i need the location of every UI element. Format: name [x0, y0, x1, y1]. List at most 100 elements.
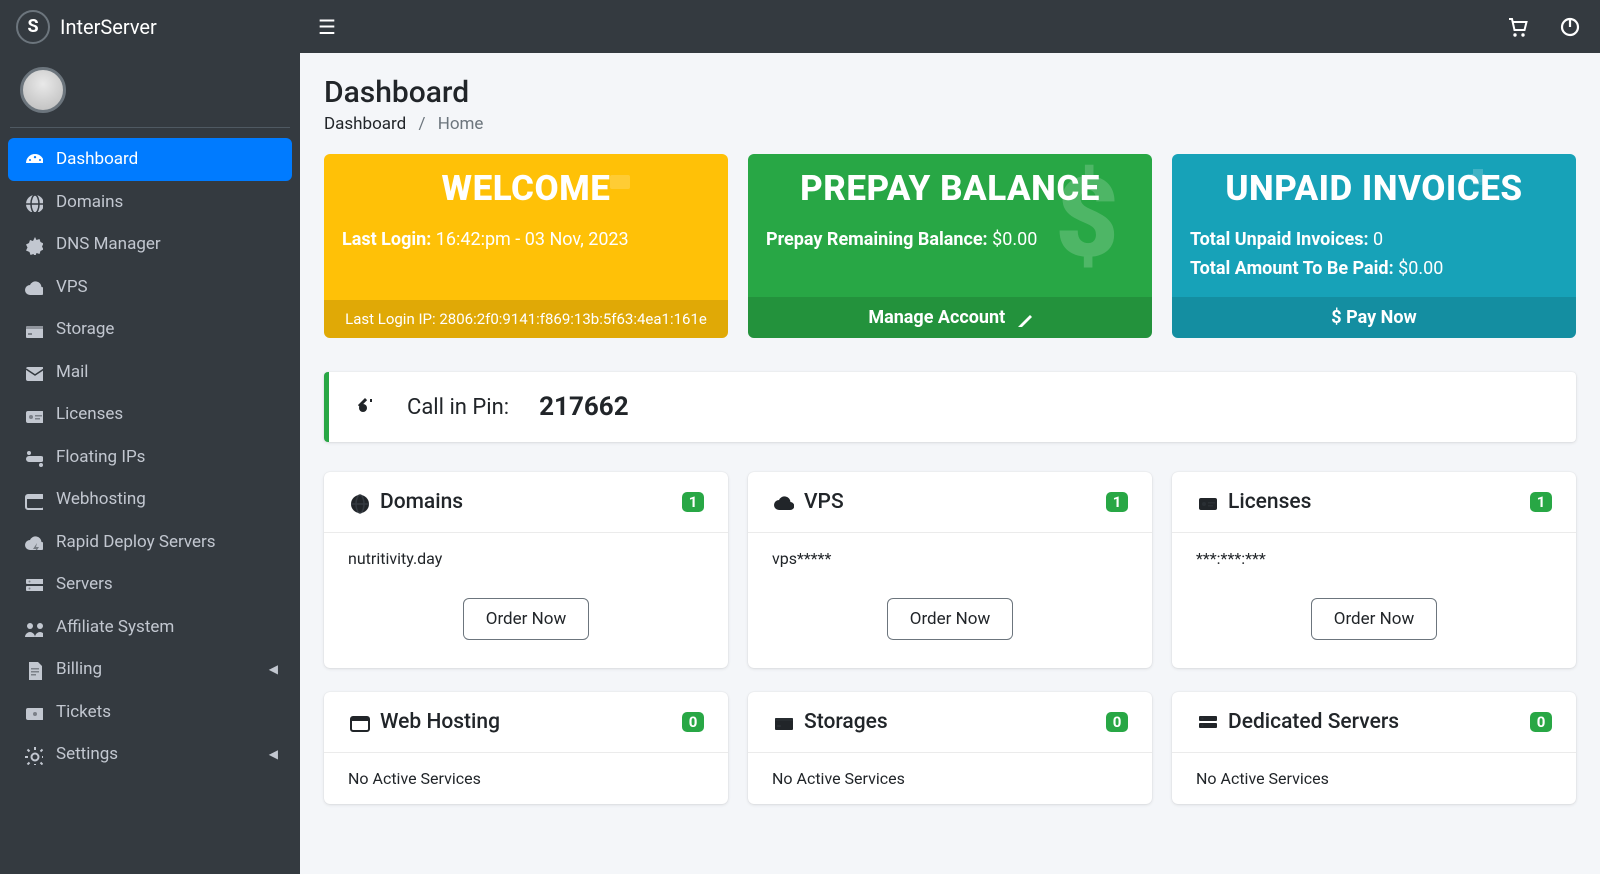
order-now-button[interactable]: Order Now [887, 598, 1013, 640]
sidebar-item-label: Licenses [56, 404, 123, 424]
breadcrumb-item[interactable]: Dashboard [324, 114, 406, 134]
key-icon [355, 392, 383, 422]
sidebar: S InterServer Dashboard Domains DNS Manage… [0, 0, 300, 874]
cart-icon[interactable] [1506, 14, 1530, 40]
content: Dashboard Dashboard / Home WELCOME Last … [300, 0, 1600, 816]
topbar: ☰ [300, 0, 1600, 53]
sidebar-item-label: Storage [56, 319, 114, 339]
globe-icon [22, 192, 44, 213]
sidebar-item-domains[interactable]: Domains [8, 181, 292, 224]
sidebar-item-affiliate-system[interactable]: Affiliate System [8, 606, 292, 649]
card-body: ***:***:*** [1172, 533, 1576, 584]
sidebar-item-settings[interactable]: Settings◀ [8, 733, 292, 776]
card-title-text: Storages [804, 710, 888, 734]
order-now-button[interactable]: Order Now [1311, 598, 1437, 640]
sidebar-item-label: DNS Manager [56, 234, 161, 254]
sidebar-nav: Dashboard Domains DNS Manager VPS Storage Mai… [0, 138, 300, 796]
service-card-domains: Domains1nutritivity.dayOrder Now [324, 472, 728, 668]
storage-icon [22, 319, 44, 340]
user-panel[interactable] [10, 53, 290, 128]
card-title-text: Web Hosting [380, 710, 500, 734]
storage-icon [772, 710, 794, 734]
sidebar-item-webhosting[interactable]: Webhosting [8, 478, 292, 521]
idcard-icon [608, 164, 718, 260]
last-login-label: Last Login: [342, 229, 431, 250]
count-badge: 0 [1530, 712, 1552, 732]
card-header: Web Hosting0 [324, 692, 728, 753]
sidebar-item-label: Dashboard [56, 149, 138, 169]
chevron-left-icon: ◀ [269, 662, 278, 676]
sidebar-item-dashboard[interactable]: Dashboard [8, 138, 292, 181]
license-icon [1196, 490, 1218, 514]
sidebar-item-label: Domains [56, 192, 123, 212]
sidebar-item-label: Affiliate System [56, 617, 174, 637]
sidebar-item-licenses[interactable]: Licenses [8, 393, 292, 436]
card-header: Storages0 [748, 692, 1152, 753]
sidebar-item-label: Mail [56, 362, 88, 382]
unpaid-count-value: 0 [1373, 229, 1383, 250]
sidebar-item-label: Floating IPs [56, 447, 145, 467]
count-badge: 1 [682, 492, 704, 512]
breadcrumb-separator: / [418, 114, 425, 134]
info-boxes-row: WELCOME Last Login: 16:42:pm - 03 Nov, 2… [300, 142, 1600, 350]
service-cards-row: Domains1nutritivity.dayOrder Now VPS 1 vps*… [300, 460, 1600, 680]
pay-now-link[interactable]: $ Pay Now [1172, 297, 1576, 338]
webhost-icon [348, 710, 370, 734]
sidebar-item-label: Billing [56, 659, 102, 679]
service-card-licenses: Licenses 1 ***:***:*** Order Now [1172, 472, 1576, 668]
card-body: No Active Services [1172, 753, 1576, 804]
billing-icon [22, 659, 44, 680]
sidebar-item-rapid-deploy-servers[interactable]: Rapid Deploy Servers [8, 521, 292, 564]
float-icon [22, 447, 44, 468]
printer-icon [1466, 164, 1566, 265]
last-ip-label: Last Login IP: [345, 310, 436, 328]
service-card-dedicated-servers: Dedicated Servers0No Active Services [1172, 692, 1576, 804]
card-header: Dedicated Servers0 [1172, 692, 1576, 753]
manage-account-link[interactable]: Manage Account [748, 297, 1152, 338]
cloud-icon [772, 490, 794, 514]
license-icon [22, 404, 44, 425]
chevron-left-icon: ◀ [269, 747, 278, 761]
sidebar-item-storage[interactable]: Storage [8, 308, 292, 351]
sidebar-item-mail[interactable]: Mail [8, 351, 292, 394]
card-title-text: VPS [804, 490, 844, 514]
sidebar-item-billing[interactable]: Billing ◀ [8, 648, 292, 691]
card-header: VPS 1 [748, 472, 1152, 533]
count-badge: 1 [1106, 492, 1128, 512]
prepay-box: PREPAY BALANCE Prepay Remaining Balance:… [748, 154, 1152, 338]
sidebar-item-label: VPS [56, 277, 88, 297]
affiliate-icon [22, 617, 44, 638]
card-body: vps***** [748, 533, 1152, 584]
prepay-balance-label: Prepay Remaining Balance: [766, 229, 988, 250]
content-header: Dashboard Dashboard / Home [300, 53, 1600, 142]
brand[interactable]: S InterServer [0, 0, 300, 53]
card-title-text: Licenses [1228, 490, 1311, 514]
unpaid-box: UNPAID INVOICES Total Unpaid Invoices: 0… [1172, 154, 1576, 338]
dollar-icon [1032, 164, 1142, 274]
welcome-box: WELCOME Last Login: 16:42:pm - 03 Nov, 2… [324, 154, 728, 338]
card-header: Domains1 [324, 472, 728, 533]
call-in-pin-value: 217662 [539, 392, 629, 422]
sidebar-item-label: Tickets [56, 702, 111, 722]
page-title: Dashboard [324, 75, 1576, 110]
tickets-icon [22, 702, 44, 723]
service-card-web-hosting: Web Hosting0No Active Services [324, 692, 728, 804]
brand-logo-icon: S [16, 10, 50, 44]
sidebar-item-tickets[interactable]: Tickets [8, 691, 292, 734]
power-icon[interactable] [1558, 14, 1582, 40]
globe-icon [348, 490, 370, 514]
sidebar-item-servers[interactable]: Servers [8, 563, 292, 606]
breadcrumb-item: Home [438, 114, 484, 134]
menu-toggle-icon[interactable]: ☰ [318, 15, 336, 39]
servers-icon [22, 574, 44, 595]
prepay-balance-value: $0.00 [992, 229, 1037, 250]
sidebar-item-floating-ips[interactable]: Floating IPs [8, 436, 292, 479]
count-badge: 1 [1530, 492, 1552, 512]
sidebar-item-dns-manager[interactable]: DNS Manager [8, 223, 292, 266]
sidebar-item-label: Rapid Deploy Servers [56, 532, 216, 552]
sidebar-item-vps[interactable]: VPS [8, 266, 292, 309]
avatar-icon [20, 67, 66, 113]
sidebar-item-label: Servers [56, 574, 113, 594]
order-now-button[interactable]: Order Now [463, 598, 589, 640]
card-header: Licenses 1 [1172, 472, 1576, 533]
